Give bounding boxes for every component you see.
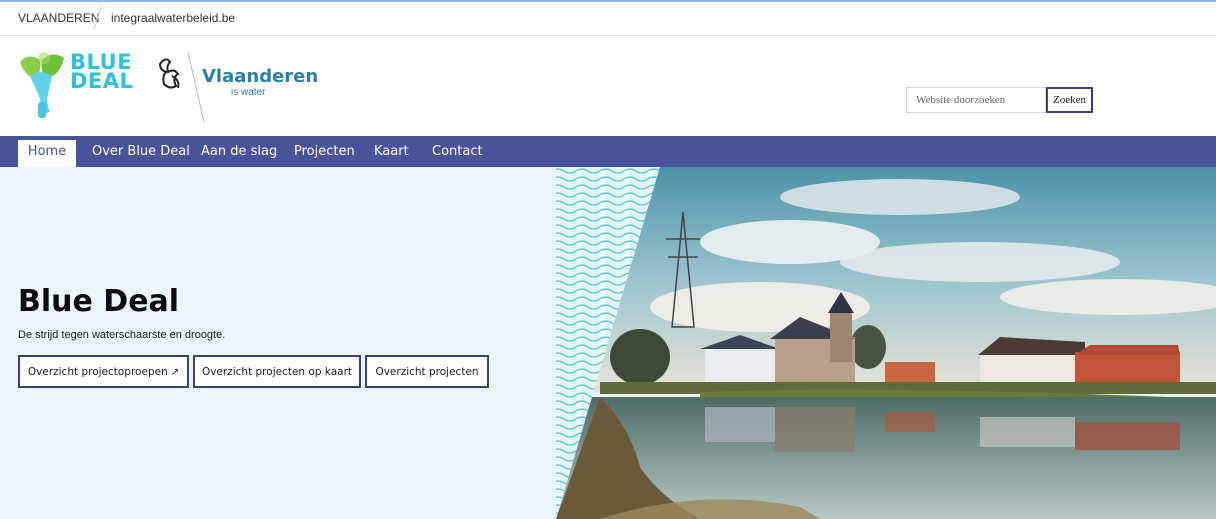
government-bar: VLAANDEREN integraalwaterbeleid.be [0,0,1216,36]
overzicht-projecten-button[interactable]: Overzicht projecten [365,355,489,388]
overzicht-projectoproepen-button[interactable]: Overzicht projectoproepen ↗ [18,355,189,388]
vlaanderen-subtitle: is water [231,87,266,98]
nav-item-home[interactable]: Home [18,140,76,167]
hero-section: Blue Deal De strijd tegen waterschaarste… [0,167,1216,519]
hero-photo [556,167,1216,519]
hero-title: Blue Deal [18,284,180,319]
nav-item-over-blue-deal[interactable]: Over Blue Deal [92,136,190,167]
search-button[interactable]: Zoeken [1046,87,1093,113]
site-header: BLUE DEAL Vlaanderen is water [0,36,1216,136]
nav-item-contact[interactable]: Contact [432,136,483,167]
vlaanderen-title: Vlaanderen [202,66,319,87]
search-input[interactable] [906,87,1046,113]
vlaanderen-link[interactable]: VLAANDEREN [18,11,99,25]
nav-item-kaart[interactable]: Kaart [374,136,409,167]
button-label: Overzicht projectoproepen [27,365,168,378]
vlaanderen-logo[interactable]: Vlaanderen is water [152,46,322,126]
main-navigation: Home Over Blue Deal Aan de slag Projecte… [0,136,1216,167]
nav-item-projecten[interactable]: Projecten [294,136,355,167]
blue-deal-wordmark: BLUE DEAL [70,52,134,93]
hero-subtitle: De strijd tegen waterschaarste en droogt… [18,329,226,341]
blue-deal-logo[interactable]: BLUE DEAL [18,50,133,122]
logo-line-deal: DEAL [70,69,134,93]
nav-item-aan-de-slag[interactable]: Aan de slag [201,136,277,167]
external-link-icon: ↗ [170,366,180,378]
overzicht-projecten-op-kaart-button[interactable]: Overzicht projecten op kaart [193,355,361,388]
site-link[interactable]: integraalwaterbeleid.be [111,11,235,25]
